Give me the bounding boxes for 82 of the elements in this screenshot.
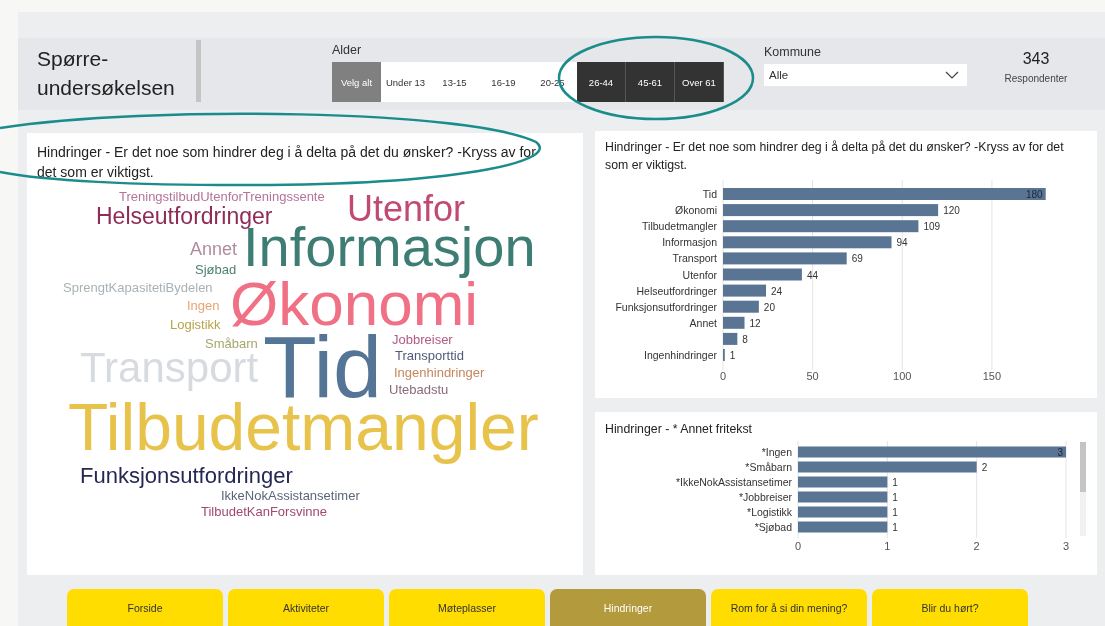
word-cloud-word: Funksjonsutfordringer (80, 466, 293, 488)
category-label: *Småbarn (745, 461, 792, 473)
word-cloud-word: Logistikk (170, 320, 221, 333)
filter-label: Alder (332, 43, 363, 59)
category-label: Tilbudetmangler (642, 220, 717, 233)
nav-button[interactable]: Forside (67, 589, 223, 626)
nav-button[interactable]: Rom for å si din mening? (711, 589, 867, 626)
word-cloud-word: Jobbreiser (392, 335, 453, 346)
word-cloud-word: SprengtKapasitetiBydelen (63, 283, 213, 296)
word-cloud-word: Småbarn (205, 339, 258, 350)
age-filter-button[interactable]: 13-15 (430, 62, 479, 102)
data-label: 1 (729, 350, 736, 361)
category-label: Økonomi (675, 204, 717, 217)
word-cloud-word: Tid (263, 333, 382, 402)
report-title: Spørre-undersøkelsen (37, 46, 176, 101)
word-cloud-word: Ingen (187, 301, 220, 314)
respondent-label: Respondenter (1003, 73, 1069, 84)
axis-tick-label: 1 (884, 540, 891, 552)
word-cloud-word: TilbudetKanForsvinne (201, 507, 327, 518)
data-label: 1 (892, 477, 898, 488)
category-label: *Ingen (761, 446, 792, 458)
word-cloud-word: Utebadstu (389, 385, 449, 396)
axis-tick-label: 2 (973, 540, 980, 552)
data-label: 12 (749, 317, 761, 329)
category-label: Transport (672, 252, 717, 265)
category-label: Tid (702, 188, 717, 200)
axis-tick-label: 3 (1062, 540, 1070, 552)
data-label: 24 (771, 285, 783, 297)
word-cloud-word: Ingenhindringer (394, 368, 485, 381)
word-cloud-word: IkkeNokAssistansetimer (221, 491, 360, 502)
word-cloud-word: Utenfor (347, 195, 466, 224)
chevron-down-icon (945, 71, 959, 79)
age-filter-button[interactable]: Velg alt (332, 62, 381, 102)
data-label: 94 (896, 237, 908, 249)
data-label: 1 (892, 507, 898, 518)
category-label: Ingenhindringer (644, 349, 717, 361)
data-label: 180 (1026, 189, 1043, 200)
data-label: 1 (892, 492, 898, 503)
data-label: 109 (923, 221, 941, 233)
age-filter-button[interactable]: Under 13 (381, 62, 430, 102)
nav-button[interactable]: Blir du hørt? (872, 589, 1028, 626)
category-label: *Jobbreiser (738, 491, 792, 503)
axis-tick-label: 150 (982, 370, 1002, 382)
category-label: *Sjøbad (754, 521, 792, 533)
filter-label: Kommune (764, 45, 822, 61)
word-cloud-word: TreningstilbudUtenforTreningssente (119, 192, 325, 205)
axis-tick-label: 0 (794, 540, 802, 552)
word-cloud-word: Økonomi (230, 280, 479, 329)
axis-tick-label: 100 (893, 370, 912, 382)
data-label: 69 (851, 253, 863, 265)
category-label: Annet (689, 316, 717, 329)
nav-button[interactable]: Møteplasser (389, 589, 545, 626)
axis-tick-label: 0 (719, 370, 727, 382)
category-label: Helseutfordringer (636, 284, 717, 297)
age-filter-button[interactable]: Over 61 (675, 62, 724, 102)
scrollbar[interactable] (1080, 442, 1086, 536)
category-label: Informasjon (662, 236, 717, 249)
data-label: 3 (1057, 447, 1063, 458)
data-label: 44 (806, 269, 818, 281)
word-cloud-word: Sjøbad (195, 265, 237, 278)
municipality-dropdown[interactable]: Alle (764, 64, 967, 86)
age-filter-button[interactable]: 16-19 (479, 62, 528, 102)
category-label: Utenfor (682, 268, 717, 281)
axis-tick-label: 50 (806, 370, 819, 382)
data-label: 1 (892, 522, 898, 533)
data-label: 2 (981, 462, 988, 473)
word-cloud-word: Transporttid (395, 351, 464, 364)
data-label: 120 (943, 205, 960, 217)
category-label: Funksjonsutfordringer (615, 300, 717, 313)
word-cloud-word: Tilbudetmangler (68, 402, 539, 466)
word-cloud-word: Annet (190, 241, 238, 256)
chart-title: Hindringer - * Annet fritekst (604, 421, 753, 438)
category-label: *IkkeNokAssistansetimer (675, 476, 792, 488)
panel-title: Hindringer - Er det noe som hindrer deg i å delta på det du ønsker? -Kryss av for det som er viktigst. (37, 143, 537, 182)
chart-title: Hindringer - Er det noe som hindrer deg i å delta på det du ønsker? -Kryss av for det som er viktigst. (604, 139, 1065, 174)
nav-button[interactable]: Aktiviteter (228, 589, 384, 626)
data-label: 20 (763, 301, 775, 313)
respondent-count: 343 (1021, 50, 1051, 68)
data-label: 8 (742, 333, 748, 345)
category-label: *Logistikk (747, 506, 792, 518)
age-filter-button[interactable]: 26-44 (577, 62, 626, 102)
age-filter-button[interactable]: 45-61 (626, 62, 675, 102)
